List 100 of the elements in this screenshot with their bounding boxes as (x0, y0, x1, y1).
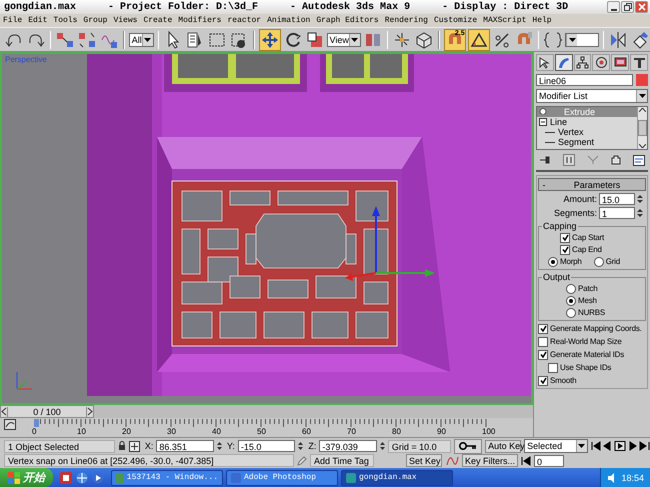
caret-icon[interactable] (638, 94, 646, 98)
radio-label[interactable]: NURBS (578, 308, 606, 317)
checkbox-label[interactable]: Smooth (550, 376, 576, 385)
chevron-right-icon[interactable] (87, 407, 93, 416)
modify-tab-icon[interactable] (554, 54, 573, 71)
named-selection-dropdown[interactable] (565, 32, 599, 46)
set-key-icon[interactable] (454, 438, 482, 454)
go-to-start-icon[interactable] (521, 456, 531, 466)
curve-editor-icon[interactable] (4, 419, 16, 430)
menu-item[interactable]: Edit (28, 16, 48, 25)
spinner-icon[interactable] (298, 441, 304, 451)
media-icon[interactable] (92, 472, 104, 484)
playback-controls-icon[interactable] (590, 441, 650, 451)
current-time-marker[interactable] (34, 419, 39, 427)
scroll-up-icon[interactable] (639, 108, 646, 112)
menu-item[interactable]: Customize (434, 16, 478, 25)
time-tag-field[interactable]: Add Time Tag (310, 454, 374, 467)
checkbox[interactable] (538, 376, 548, 386)
caret-icon[interactable] (568, 38, 576, 42)
coordinate-field[interactable]: 86.351 (156, 440, 214, 452)
set-key-button[interactable]: Set Key (406, 454, 442, 467)
stack-subitem[interactable]: Vertex (537, 127, 637, 137)
menu-item[interactable]: Modifiers (178, 16, 222, 25)
chevron-left-icon[interactable] (1, 407, 7, 416)
configure-sets-icon[interactable] (633, 154, 645, 166)
radio-button[interactable] (566, 308, 576, 318)
menu-item[interactable]: Animation (267, 16, 310, 25)
radio-button[interactable] (566, 284, 576, 294)
checkbox[interactable] (548, 362, 558, 372)
current-frame-field[interactable]: 0 (534, 454, 564, 466)
amount-field[interactable]: 15.0 (599, 193, 635, 205)
spinner-icon[interactable] (380, 441, 385, 451)
pin-icon[interactable] (539, 155, 551, 165)
frame-counter-bar[interactable]: 0 / 100 (0, 405, 94, 418)
radio-label[interactable]: Morph (560, 257, 582, 266)
checkbox[interactable] (560, 244, 570, 254)
taskbar-button[interactable]: gongdian.max (341, 470, 453, 486)
menu-item[interactable]: File (3, 16, 22, 25)
rollout-header[interactable]: - Parameters (538, 178, 646, 191)
minimize-button[interactable] (607, 1, 620, 13)
remove-modifier-icon[interactable] (611, 155, 621, 165)
show-end-result-icon[interactable] (563, 154, 575, 166)
windows-logo-icon[interactable] (8, 472, 20, 484)
move-icon[interactable] (258, 28, 281, 50)
coordinate-field[interactable]: -15.0 (238, 440, 296, 452)
utilities-tab-icon[interactable] (630, 54, 648, 71)
radio-label[interactable]: Grid (606, 257, 620, 266)
key-mode-dropdown[interactable]: Selected (524, 439, 588, 453)
segments-field[interactable]: 1 (599, 207, 635, 219)
stack-subitem[interactable]: Segment (537, 137, 637, 147)
restore-icon[interactable] (624, 3, 632, 11)
spinner-icon[interactable] (216, 441, 222, 451)
menu-item[interactable]: Tools (53, 16, 78, 25)
object-color-swatch[interactable] (636, 74, 648, 86)
menu-item[interactable]: Views (113, 16, 138, 25)
radio-label[interactable]: Patch (578, 284, 598, 293)
taskbar-button[interactable]: Adobe Photoshop (226, 470, 338, 486)
spinner-icon[interactable] (637, 208, 643, 218)
absolute-mode-icon[interactable] (128, 440, 140, 452)
object-name-field[interactable]: Line06 (536, 74, 633, 86)
close-icon[interactable] (638, 3, 646, 11)
pencil-icon[interactable] (297, 456, 307, 466)
scrollbar[interactable] (637, 107, 647, 149)
menu-item[interactable]: Create (143, 16, 172, 25)
restore-button[interactable] (621, 1, 634, 13)
taskbar-button[interactable]: 1537143 - Window... (111, 470, 223, 486)
hierarchy-tab-icon[interactable] (574, 54, 592, 71)
auto-key-button[interactable]: Auto Key (485, 440, 522, 452)
caret-icon[interactable] (578, 444, 586, 448)
stack-item[interactable]: Line (537, 117, 637, 127)
menu-item[interactable]: Graph Editors (316, 16, 379, 25)
radio-button[interactable] (566, 296, 576, 306)
caret-icon[interactable] (351, 38, 358, 42)
caret-icon[interactable] (144, 38, 152, 42)
checkbox-label[interactable]: Use Shape IDs (560, 363, 612, 372)
create-tab-icon[interactable] (536, 54, 554, 71)
checkbox-label[interactable]: Real-World Map Size (550, 337, 622, 346)
radio-label[interactable]: Mesh (578, 296, 597, 305)
coordinate-field[interactable]: -379.039 (319, 440, 377, 452)
modifier-list-dropdown[interactable]: Modifier List (536, 89, 648, 103)
checkbox-label[interactable]: Cap End (572, 245, 602, 254)
menu-item[interactable]: MAXScript (483, 16, 526, 25)
checkbox-label[interactable]: Generate Material IDs (550, 350, 624, 359)
app-icon[interactable] (60, 472, 72, 484)
menu-item[interactable]: Help (532, 16, 552, 25)
menu-item[interactable]: Group (83, 16, 108, 25)
app-icon[interactable] (346, 472, 356, 482)
menu-item[interactable]: Rendering (384, 16, 428, 25)
reference-coordinate-dropdown[interactable]: View (326, 32, 361, 46)
motion-tab-icon[interactable] (592, 54, 610, 71)
curve-icon[interactable] (445, 454, 459, 466)
key-filters-button[interactable]: Key Filters... (462, 454, 518, 467)
checkbox[interactable] (538, 336, 548, 346)
lightbulb-icon[interactable] (539, 108, 547, 116)
selection-filter-dropdown[interactable]: All (128, 32, 154, 46)
checkbox[interactable] (538, 350, 548, 360)
radio-button[interactable] (548, 256, 558, 266)
checkbox[interactable] (560, 232, 570, 242)
scroll-thumb[interactable] (638, 120, 647, 136)
checkbox-label[interactable]: Cap Start (572, 233, 604, 242)
